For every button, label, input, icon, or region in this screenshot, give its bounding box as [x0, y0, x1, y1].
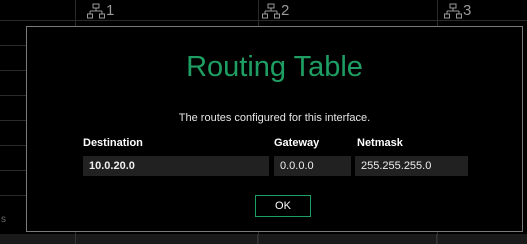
- grid-line: [0, 70, 26, 71]
- grid-line: [0, 170, 26, 171]
- ok-button[interactable]: OK: [255, 195, 311, 217]
- grid-line: [0, 195, 26, 196]
- tab-interface-1[interactable]: 1: [87, 2, 114, 19]
- routing-table-dialog: Routing Table The routes configured for …: [26, 26, 523, 232]
- tab-label: 3: [463, 2, 472, 19]
- tab-label: 1: [106, 2, 115, 19]
- dialog-title: Routing Table: [186, 51, 363, 83]
- bottom-cell: [76, 234, 258, 244]
- grid-line: [0, 120, 26, 121]
- grid-line: [0, 95, 26, 96]
- column-header-netmask: Netmask: [357, 137, 403, 149]
- column-header-gateway: Gateway: [274, 137, 320, 149]
- edge-fragment-text: s: [1, 214, 6, 225]
- route-destination-cell: 10.0.20.0: [83, 156, 269, 176]
- tab-label: 2: [281, 2, 290, 19]
- bottom-cell: [0, 234, 76, 244]
- route-gateway-cell: 0.0.0.0: [274, 156, 351, 176]
- route-netmask-cell: 255.255.255.0: [355, 156, 468, 176]
- bottom-cell: [259, 234, 437, 244]
- tab-interface-2[interactable]: 2: [262, 2, 289, 19]
- network-icon: [262, 3, 280, 18]
- dialog-description: The routes configured for this interface…: [178, 112, 371, 124]
- grid-line: [0, 145, 26, 146]
- grid-line: [0, 20, 527, 21]
- network-icon: [444, 3, 462, 18]
- network-icon: [87, 3, 105, 18]
- tab-interface-3[interactable]: 3: [444, 2, 471, 19]
- column-header-destination: Destination: [83, 137, 143, 149]
- bottom-cell: [438, 234, 527, 244]
- grid-line: [0, 45, 26, 46]
